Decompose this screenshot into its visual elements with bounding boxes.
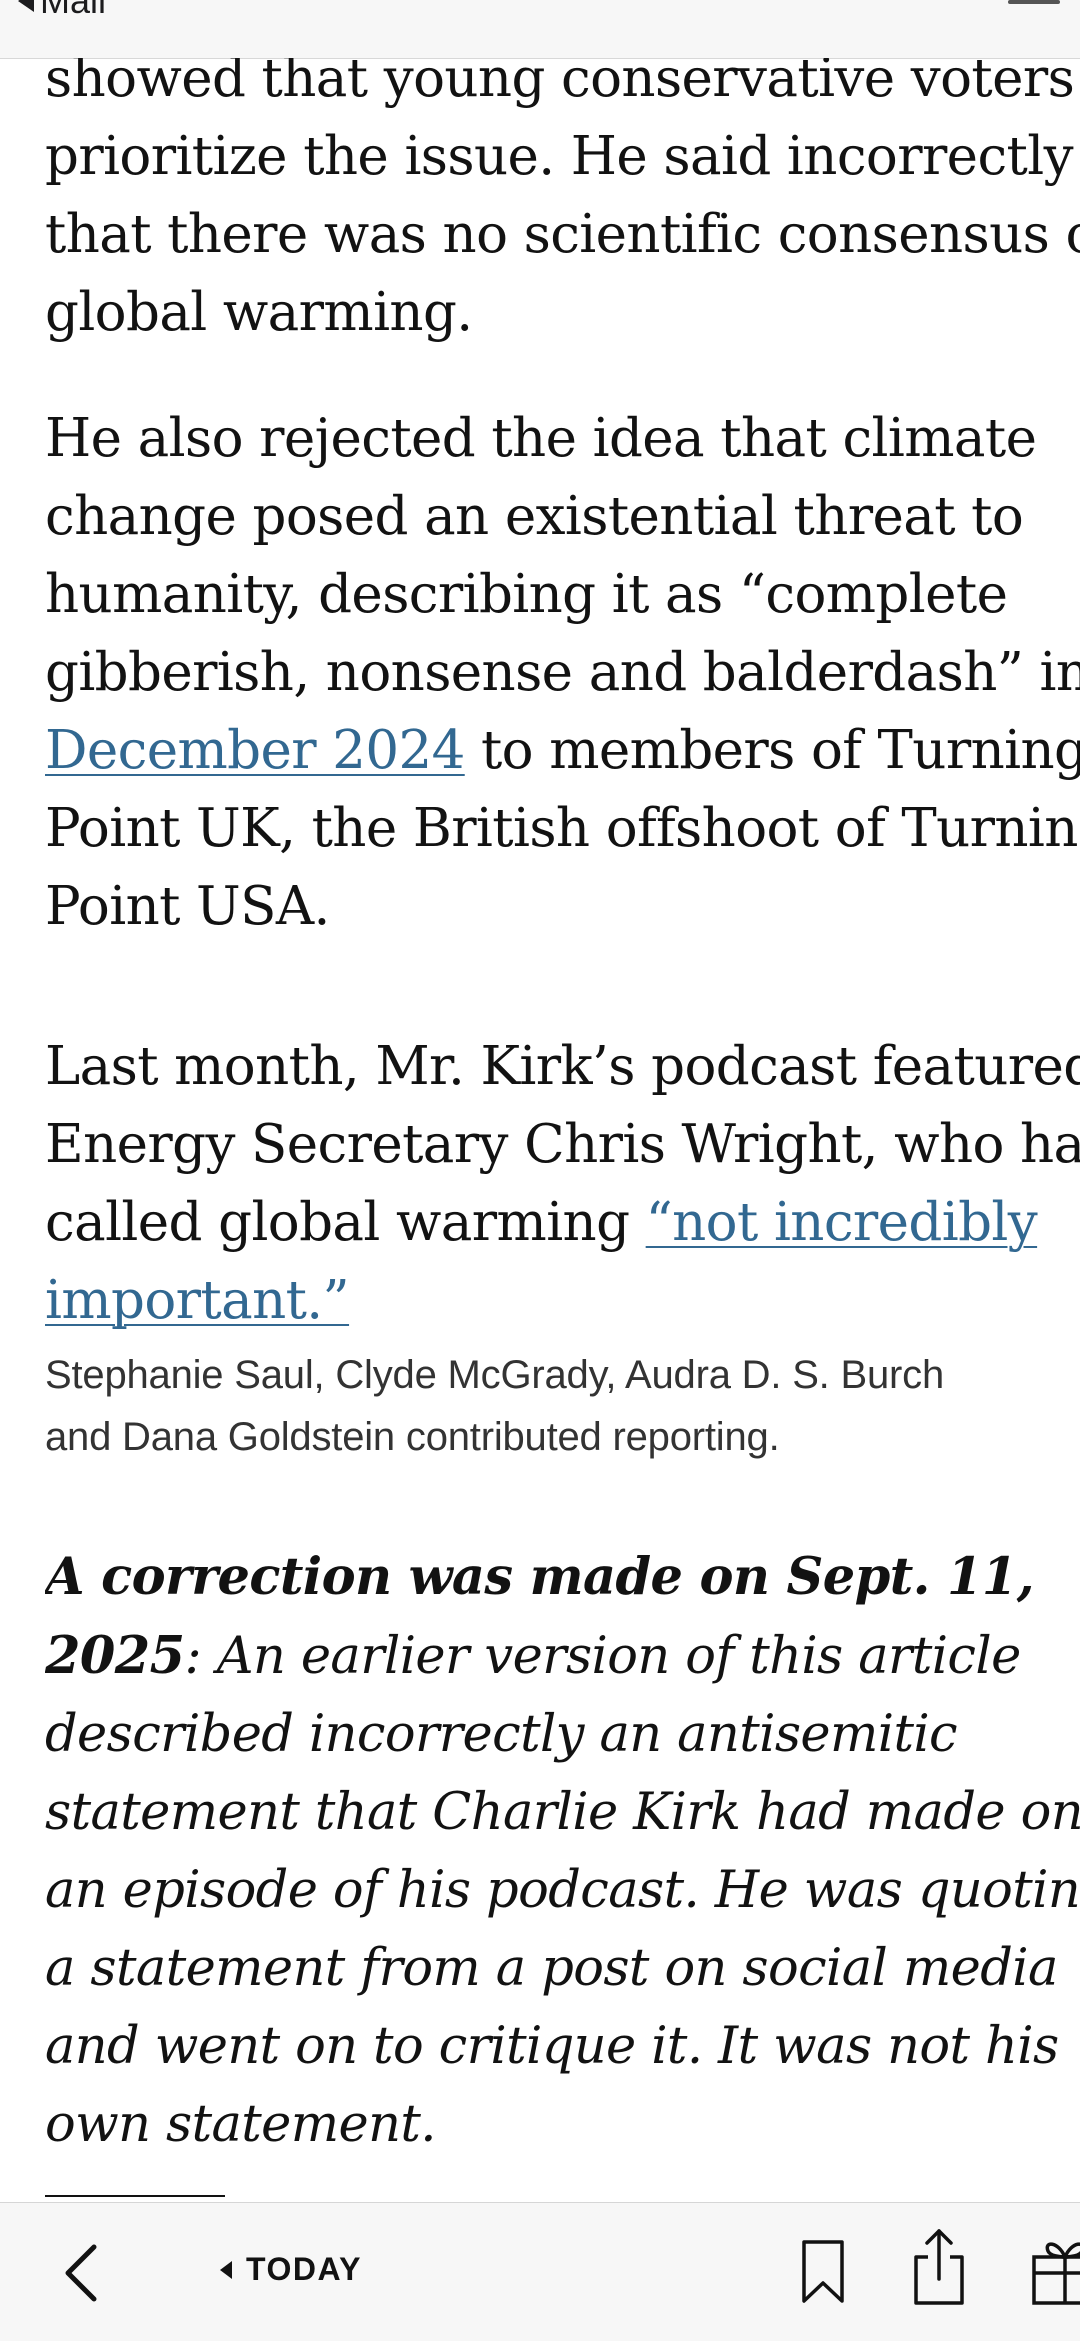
back-app-label: Mail: [40, 0, 107, 21]
article-body: showed that young conservative voters pr…: [45, 58, 1080, 2198]
gift-article-button[interactable]: [1030, 2231, 1080, 2307]
credits-line: Stephanie Saul, Clyde McGrady, Audra D. …: [45, 1353, 944, 1397]
correction-line: described incorrectly an antisemitic: [45, 1705, 958, 1764]
p3-line: Energy Secretary Chris Wright, who has: [45, 1114, 1080, 1175]
link-not-incredibly-important[interactable]: “not incredibly: [646, 1192, 1038, 1253]
bookmark-icon: [802, 2240, 844, 2303]
paragraph-1: showed that young conservative voters pr…: [45, 58, 1080, 352]
p2-line: Point USA.: [45, 876, 330, 937]
today-label: TODAY: [246, 2251, 362, 2287]
status-indicator: [1008, 0, 1060, 4]
article-end-rule: [45, 2195, 225, 2197]
correction-line: and went on to critique it. It was not h…: [45, 2017, 1059, 2076]
paragraph-2: He also rejected the idea that climate c…: [45, 400, 1080, 946]
chevron-left-icon: [65, 2244, 97, 2302]
p1-line: that there was no scientific consensus o…: [45, 204, 1080, 265]
back-button[interactable]: [58, 2241, 106, 2305]
bottom-toolbar: TODAY: [0, 2202, 1080, 2341]
paragraph-3: Last month, Mr. Kirk’s podcast featured …: [45, 1028, 1080, 1340]
share-button[interactable]: [912, 2227, 966, 2307]
correction-notice: A correction was made on Sept. 11, 2025:…: [45, 1538, 1080, 2164]
correction-line: an episode of his podcast. He was quotin…: [45, 1861, 1080, 1920]
status-bar: Mail: [0, 0, 1080, 59]
share-icon: [914, 2229, 964, 2305]
p2-line: change posed an existential threat to: [45, 486, 1024, 547]
p2-line: to members of Turning: [464, 720, 1080, 781]
correction-line: : An earlier version of this article: [184, 1627, 1022, 1686]
link-december-2024[interactable]: December 2024: [45, 720, 465, 781]
correction-date: 2025: [45, 1626, 185, 1686]
link-not-incredibly-important-cont[interactable]: important.”: [45, 1270, 350, 1331]
p2-line: gibberish, nonsense and balderdash” in: [45, 642, 1080, 703]
today-button[interactable]: TODAY: [220, 2251, 362, 2288]
p1-line: global warming.: [45, 282, 473, 343]
contributor-credits: Stephanie Saul, Clyde McGrady, Audra D. …: [45, 1344, 944, 1468]
back-to-app-button[interactable]: Mail: [18, 0, 106, 22]
p1-line: prioritize the issue. He said incorrectl…: [45, 126, 1074, 187]
back-triangle-icon: [18, 0, 34, 12]
correction-line: own statement.: [45, 2095, 436, 2154]
p3-line: called global warming: [45, 1192, 646, 1253]
credits-line: and Dana Goldstein contributed reporting…: [45, 1415, 780, 1459]
p2-line: Point UK, the British offshoot of Turnin…: [45, 798, 1080, 859]
correction-line: a statement from a post on social media: [45, 1939, 1058, 1998]
correction-line: statement that Charlie Kirk had made on: [45, 1783, 1080, 1842]
correction-lead: A correction was made on Sept. 11,: [45, 1547, 1035, 1607]
today-triangle-icon: [220, 2260, 232, 2279]
p3-line: Last month, Mr. Kirk’s podcast featured: [45, 1036, 1080, 1097]
p2-line: humanity, describing it as “complete: [45, 564, 1008, 625]
p2-line: He also rejected the idea that climate: [45, 408, 1037, 469]
p1-line: showed that young conservative voters: [45, 58, 1075, 109]
gift-icon: [1032, 2242, 1080, 2305]
bookmark-button[interactable]: [800, 2239, 846, 2305]
